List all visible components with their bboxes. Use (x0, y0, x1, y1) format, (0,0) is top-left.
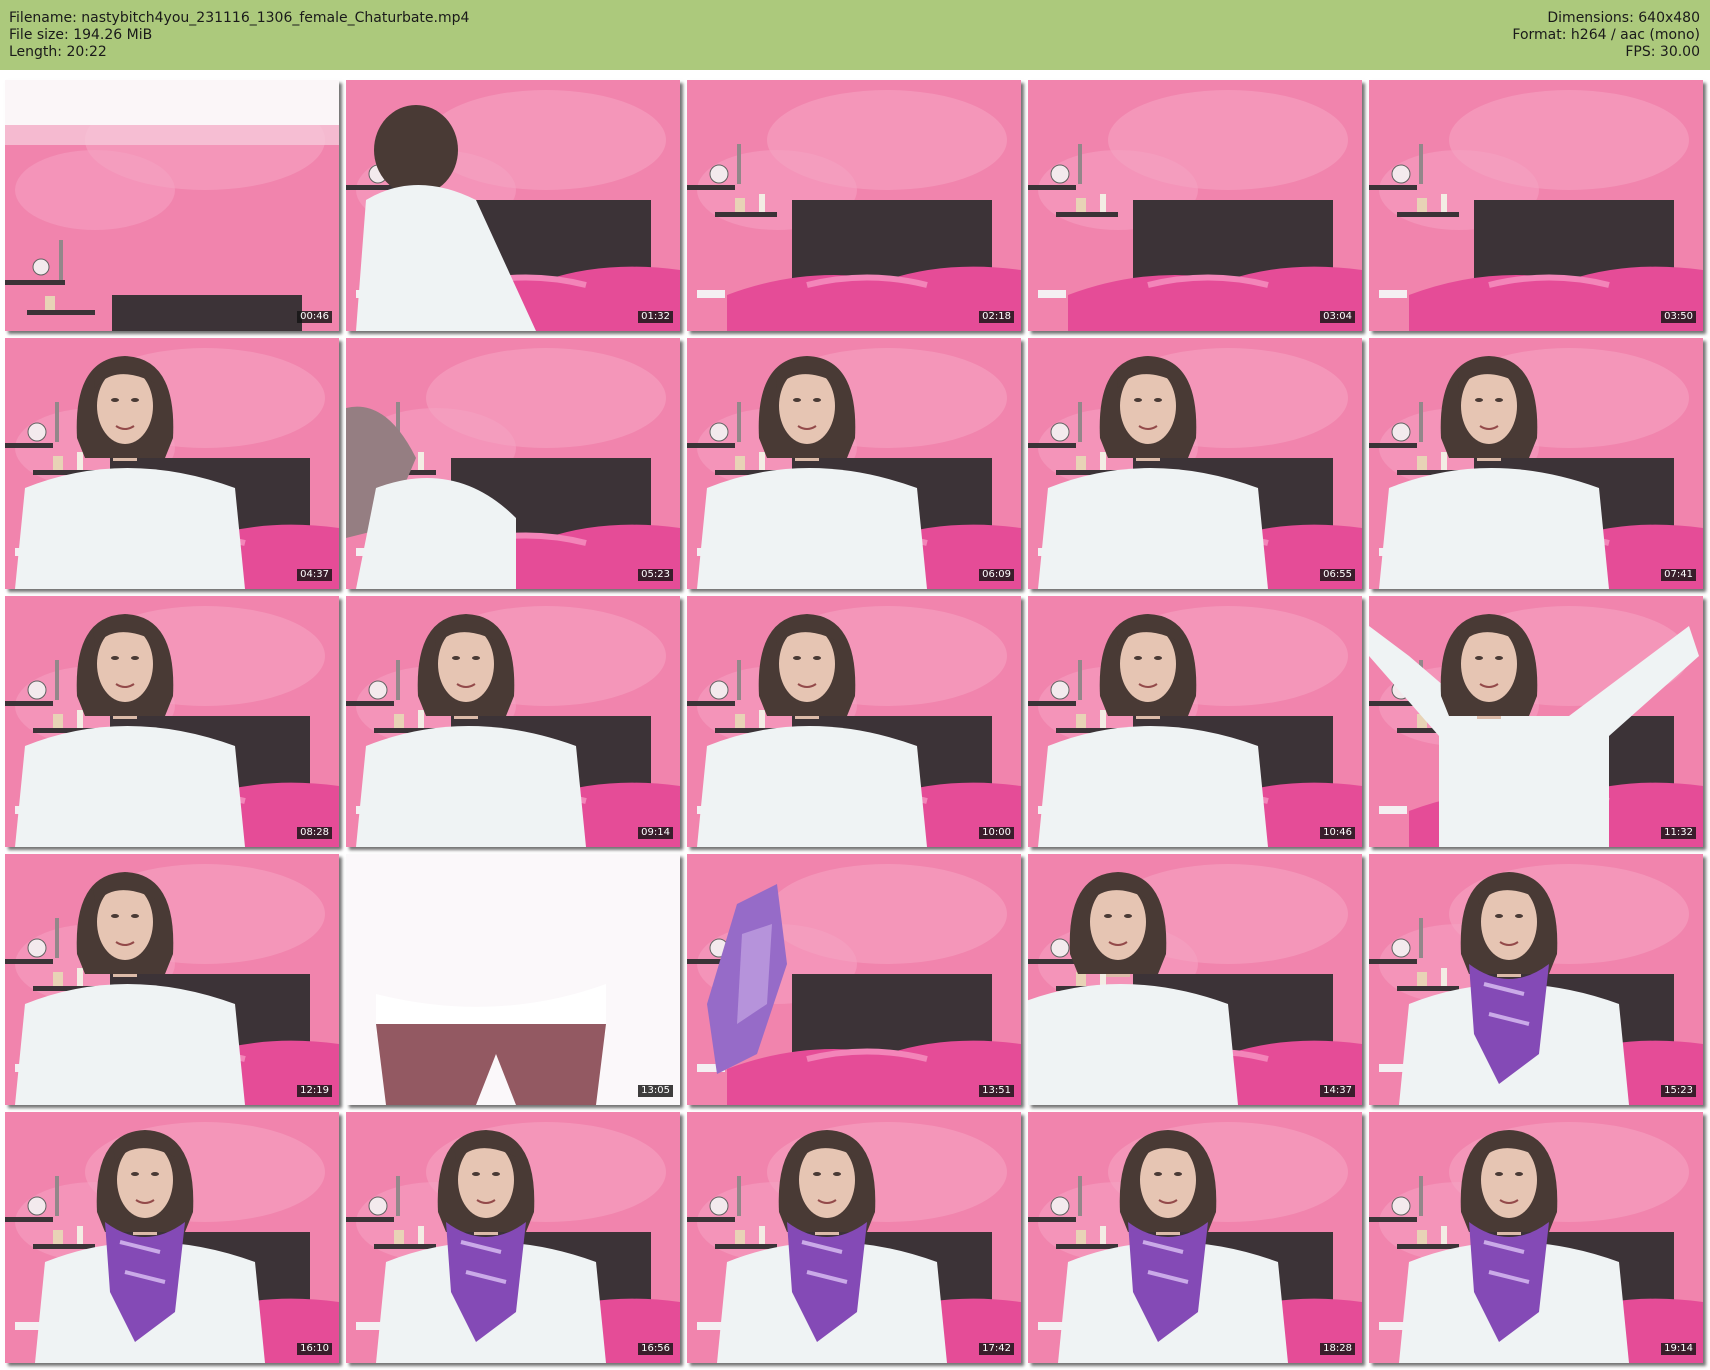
thumbnail-frame-image (346, 596, 680, 847)
timestamp-label: 19:14 (1661, 1343, 1696, 1355)
video-thumbnail: 07:41 (1369, 338, 1703, 589)
timestamp-label: 03:04 (1320, 311, 1355, 323)
timestamp-label: 05:23 (638, 569, 673, 581)
video-thumbnail: 17:42 (687, 1112, 1021, 1363)
timestamp-label: 03:50 (1661, 311, 1696, 323)
thumbnail-frame-image (1028, 596, 1362, 847)
timestamp-label: 13:05 (638, 1085, 673, 1097)
thumbnail-frame-image (1028, 854, 1362, 1105)
filesize-label: File size: 194.26 MiB (9, 27, 153, 43)
thumbnail-frame-image (5, 338, 339, 589)
thumbnail-frame-image (1369, 596, 1703, 847)
thumbnail-frame-image (1028, 1112, 1362, 1363)
thumbnail-frame-image (687, 1112, 1021, 1363)
timestamp-label: 07:41 (1661, 569, 1696, 581)
length-label: Length: 20:22 (9, 44, 107, 60)
timestamp-label: 00:46 (297, 311, 332, 323)
timestamp-label: 16:56 (638, 1343, 673, 1355)
thumbnail-frame-image (1369, 854, 1703, 1105)
video-thumbnail: 12:19 (5, 854, 339, 1105)
video-thumbnail: 10:46 (1028, 596, 1362, 847)
thumbnail-frame-image (1369, 338, 1703, 589)
fps-label: FPS: 30.00 (1625, 44, 1700, 60)
video-thumbnail: 13:05 (346, 854, 680, 1105)
timestamp-label: 12:19 (297, 1085, 332, 1097)
video-thumbnail: 11:32 (1369, 596, 1703, 847)
timestamp-label: 17:42 (979, 1343, 1014, 1355)
video-thumbnail: 06:55 (1028, 338, 1362, 589)
file-info: Filename: nastybitch4you_231116_1306_fem… (9, 10, 469, 61)
video-thumbnail: 15:23 (1369, 854, 1703, 1105)
video-thumbnail: 00:46 (5, 80, 339, 331)
timestamp-label: 04:37 (297, 569, 332, 581)
stream-info: Dimensions: 640x480 Format: h264 / aac (… (1512, 10, 1700, 61)
timestamp-label: 13:51 (979, 1085, 1014, 1097)
video-thumbnail: 06:09 (687, 338, 1021, 589)
timestamp-label: 11:32 (1661, 827, 1696, 839)
timestamp-label: 14:37 (1320, 1085, 1355, 1097)
thumbnail-frame-image (687, 854, 1021, 1105)
timestamp-label: 18:28 (1320, 1343, 1355, 1355)
thumbnail-frame-image (346, 1112, 680, 1363)
video-thumbnail: 03:50 (1369, 80, 1703, 331)
video-thumbnail: 19:14 (1369, 1112, 1703, 1363)
video-thumbnail: 05:23 (346, 338, 680, 589)
thumbnail-frame-image (1369, 80, 1703, 331)
thumbnail-frame-image (1028, 80, 1362, 331)
video-thumbnail: 02:18 (687, 80, 1021, 331)
thumbnail-frame-image (687, 596, 1021, 847)
filename-label: Filename: nastybitch4you_231116_1306_fem… (9, 10, 470, 26)
timestamp-label: 10:46 (1320, 827, 1355, 839)
video-thumbnail: 18:28 (1028, 1112, 1362, 1363)
timestamp-label: 15:23 (1661, 1085, 1696, 1097)
timestamp-label: 10:00 (979, 827, 1014, 839)
dimensions-label: Dimensions: 640x480 (1547, 10, 1700, 26)
timestamp-label: 09:14 (638, 827, 673, 839)
thumbnail-frame-image (1369, 1112, 1703, 1363)
timestamp-label: 02:18 (979, 311, 1014, 323)
video-thumbnail: 04:37 (5, 338, 339, 589)
timestamp-label: 08:28 (297, 827, 332, 839)
thumbnail-frame-image (687, 338, 1021, 589)
video-thumbnail: 13:51 (687, 854, 1021, 1105)
thumbnail-frame-image (346, 854, 680, 1105)
video-thumbnail: 03:04 (1028, 80, 1362, 331)
video-thumbnail: 01:32 (346, 80, 680, 331)
format-label: Format: h264 / aac (mono) (1512, 27, 1700, 43)
thumbnail-frame-image (5, 1112, 339, 1363)
timestamp-label: 06:09 (979, 569, 1014, 581)
video-thumbnail: 08:28 (5, 596, 339, 847)
thumbnail-frame-image (5, 80, 339, 331)
thumbnail-frame-image (687, 80, 1021, 331)
thumbnail-grid: 00:46 01:32 02:18 03:04 03:50 04:37 05:23 06:09… (0, 70, 1710, 1370)
thumbnail-frame-image (346, 80, 680, 331)
video-thumbnail: 10:00 (687, 596, 1021, 847)
thumbnail-frame-image (5, 854, 339, 1105)
video-thumbnail: 14:37 (1028, 854, 1362, 1105)
video-thumbnail: 09:14 (346, 596, 680, 847)
thumbnail-frame-image (1028, 338, 1362, 589)
video-thumbnail: 16:56 (346, 1112, 680, 1363)
info-header: Filename: nastybitch4you_231116_1306_fem… (0, 0, 1710, 70)
timestamp-label: 16:10 (297, 1343, 332, 1355)
video-thumbnail: 16:10 (5, 1112, 339, 1363)
thumbnail-frame-image (5, 596, 339, 847)
thumbnail-frame-image (346, 338, 680, 589)
timestamp-label: 01:32 (638, 311, 673, 323)
timestamp-label: 06:55 (1320, 569, 1355, 581)
